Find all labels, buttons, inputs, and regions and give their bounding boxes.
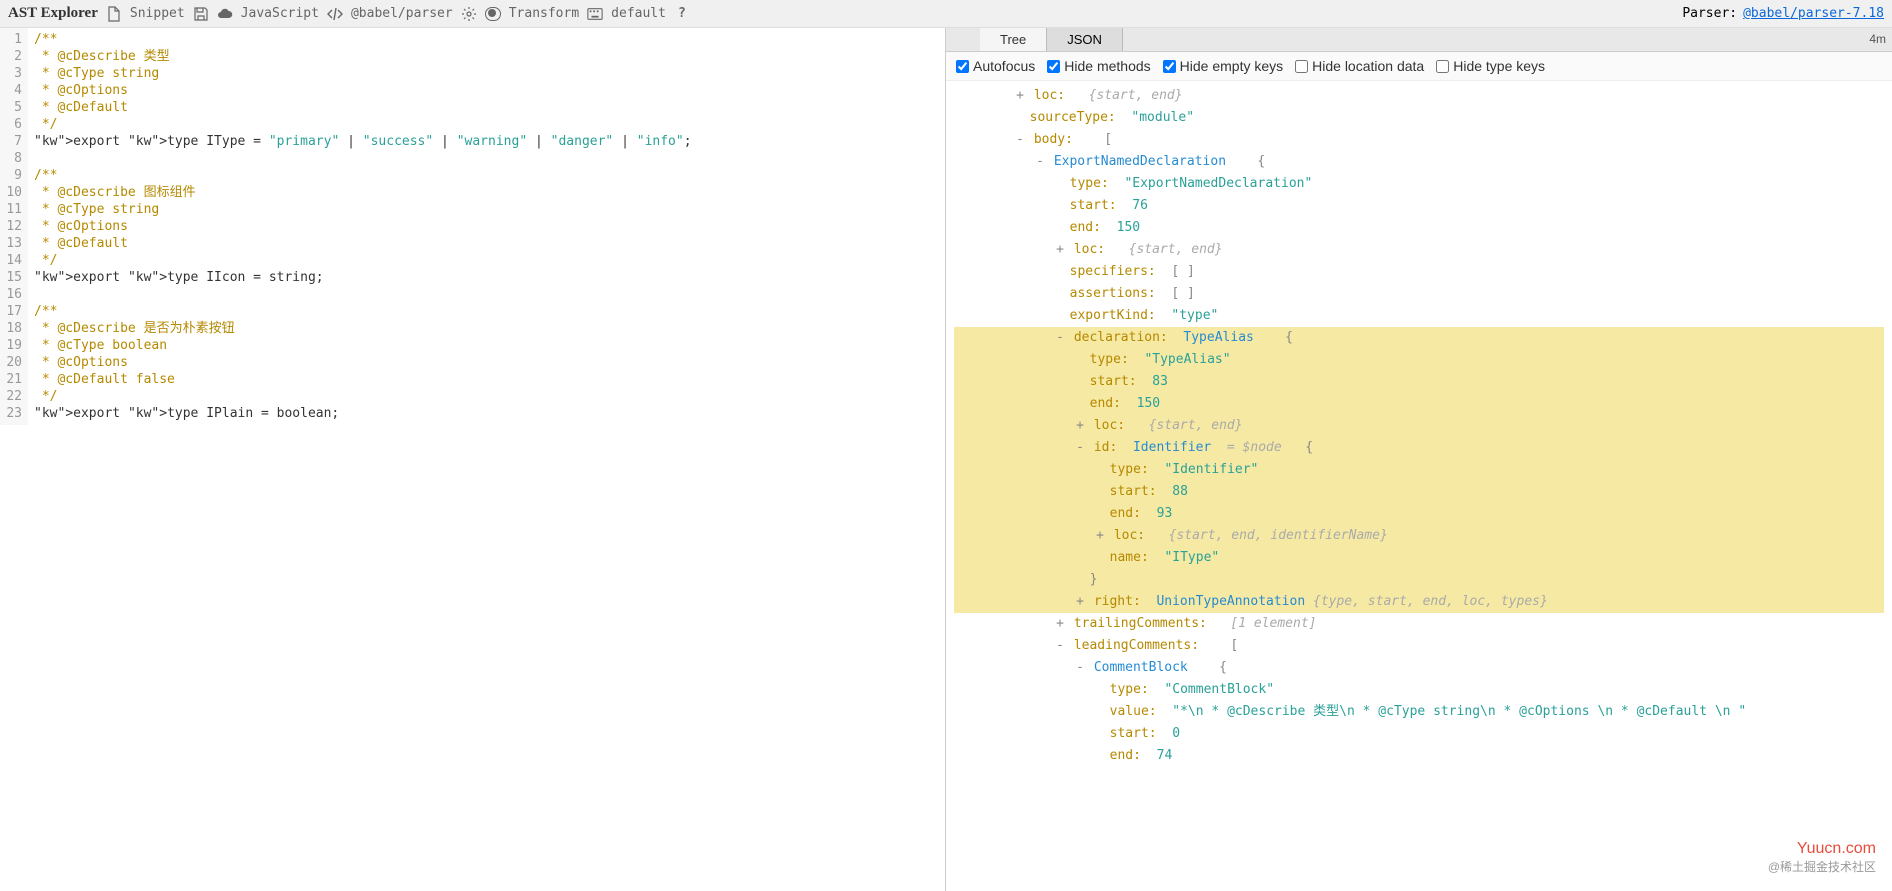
tree-row[interactable]: start: 0 — [954, 723, 1884, 745]
tree-row[interactable]: + trailingComments: [1 element] — [954, 613, 1884, 635]
help-icon[interactable]: ? — [674, 6, 690, 22]
opt-hide-loc[interactable]: Hide location data — [1295, 58, 1424, 74]
tree-row[interactable]: specifiers: [ ] — [954, 261, 1884, 283]
ast-tabs: Tree JSON 4m — [946, 28, 1892, 52]
new-file-icon[interactable] — [106, 6, 122, 22]
language-button[interactable]: JavaScript — [241, 6, 319, 21]
tree-row[interactable]: value: "*\n * @cDescribe 类型\n * @cType s… — [954, 701, 1884, 723]
tree-row[interactable]: type: "Identifier" — [954, 459, 1884, 481]
opt-hide-empty[interactable]: Hide empty keys — [1163, 58, 1283, 74]
line-gutter: 1234567891011121314151617181920212223 — [0, 28, 28, 425]
tree-row[interactable]: start: 83 — [954, 371, 1884, 393]
tree-row[interactable]: type: "CommentBlock" — [954, 679, 1884, 701]
tree-row[interactable]: type: "ExportNamedDeclaration" — [954, 173, 1884, 195]
transform-button[interactable]: Transform — [509, 6, 579, 21]
app-title: AST Explorer — [8, 5, 98, 22]
tree-row[interactable]: - id: Identifier = $node { — [954, 437, 1884, 459]
tab-tree[interactable]: Tree — [980, 28, 1047, 51]
tree-row[interactable]: start: 76 — [954, 195, 1884, 217]
tree-row[interactable]: - leadingComments: [ — [954, 635, 1884, 657]
tree-row[interactable]: type: "TypeAlias" — [954, 349, 1884, 371]
gear-icon[interactable] — [461, 6, 477, 22]
tab-json[interactable]: JSON — [1047, 28, 1123, 51]
tree-row[interactable]: end: 93 — [954, 503, 1884, 525]
cloud-icon[interactable] — [217, 6, 233, 22]
tree-row[interactable]: + loc: {start, end} — [954, 85, 1884, 107]
code-icon[interactable] — [327, 6, 343, 22]
tree-row[interactable]: + loc: {start, end} — [954, 415, 1884, 437]
main-split: 1234567891011121314151617181920212223 /*… — [0, 28, 1892, 891]
code-area[interactable]: /** * @cDescribe 类型 * @cType string * @c… — [28, 28, 945, 425]
tree-row[interactable]: + loc: {start, end} — [954, 239, 1884, 261]
save-icon[interactable] — [193, 6, 209, 22]
tree-row[interactable]: assertions: [ ] — [954, 283, 1884, 305]
tree-row[interactable]: end: 150 — [954, 393, 1884, 415]
watermark: Yuucn.com @稀土掘金技术社区 — [1768, 840, 1876, 875]
tree-row[interactable]: + right: UnionTypeAnnotation {type, star… — [954, 591, 1884, 613]
parse-timing: 4m — [1863, 28, 1892, 51]
tree-row[interactable]: - body: [ — [954, 129, 1884, 151]
opt-hide-methods[interactable]: Hide methods — [1047, 58, 1150, 74]
tree-row[interactable]: end: 150 — [954, 217, 1884, 239]
tree-row[interactable]: end: 74 — [954, 745, 1884, 767]
toggle-icon[interactable] — [485, 6, 501, 22]
tree-row[interactable]: sourceType: "module" — [954, 107, 1884, 129]
toolbar: AST Explorer Snippet JavaScript @babel/p… — [0, 0, 1892, 28]
tree-row: } — [954, 569, 1884, 591]
code-pane[interactable]: 1234567891011121314151617181920212223 /*… — [0, 28, 946, 891]
parser-label: Parser: — [1682, 6, 1737, 21]
opt-hide-type[interactable]: Hide type keys — [1436, 58, 1545, 74]
keyboard-icon[interactable] — [587, 6, 603, 22]
tree-row[interactable]: name: "IType" — [954, 547, 1884, 569]
parser-button[interactable]: @babel/parser — [351, 6, 453, 21]
opt-autofocus[interactable]: Autofocus — [956, 58, 1035, 74]
tree-row[interactable]: + loc: {start, end, identifierName} — [954, 525, 1884, 547]
parser-version-link[interactable]: @babel/parser-7.18 — [1743, 6, 1884, 21]
preset-button[interactable]: default — [611, 6, 666, 21]
tree-options: Autofocus Hide methods Hide empty keys H… — [946, 52, 1892, 81]
tree-row[interactable]: - CommentBlock { — [954, 657, 1884, 679]
tree-row[interactable]: exportKind: "type" — [954, 305, 1884, 327]
tree-row[interactable]: start: 88 — [954, 481, 1884, 503]
ast-pane: Tree JSON 4m Autofocus Hide methods Hide… — [946, 28, 1892, 891]
snippet-button[interactable]: Snippet — [130, 6, 185, 21]
tree-row[interactable]: - declaration: TypeAlias { — [954, 327, 1884, 349]
tree-row[interactable]: - ExportNamedDeclaration { — [954, 151, 1884, 173]
tree-body[interactable]: + loc: {start, end} sourceType: "module"… — [946, 81, 1892, 771]
